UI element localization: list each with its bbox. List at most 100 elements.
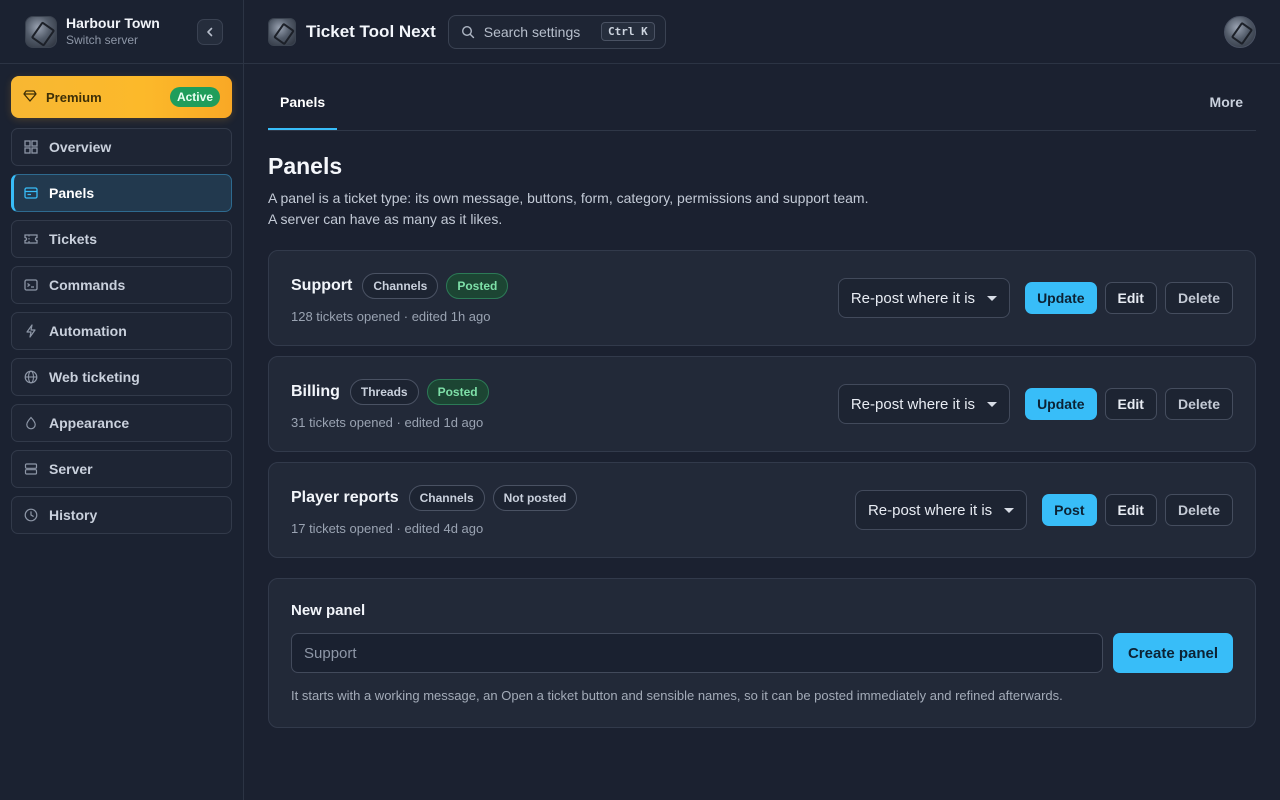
tab-panels[interactable]: Panels [268,94,338,130]
search-icon [461,25,475,39]
panel-meta: 31 tickets opened · edited 1d ago [291,414,484,430]
top-bar: Ticket Tool Next Search settings Ctrl K [244,0,1280,64]
chevron-down-icon [987,401,998,407]
sidebar-item-label: Commands [49,277,126,293]
server-icon [22,460,40,478]
diamond-icon [23,89,39,106]
create-panel-button[interactable]: Create panel [1113,633,1233,673]
panel-meta: 128 tickets opened · edited 1h ago [291,308,491,324]
panel-meta: 17 tickets opened · edited 4d ago [291,520,484,536]
chevron-down-icon [1004,507,1015,513]
new-panel-card: New panel Create panel It starts with a … [268,578,1256,728]
post-button[interactable]: Post [1042,494,1097,526]
description-line: A server can have as many as it likes. [268,211,503,227]
chevron-down-icon [987,295,998,301]
panel-status-badge: Not posted [492,484,578,511]
sidebar-item-label: History [49,507,98,523]
collapse-sidebar-button[interactable] [197,18,223,45]
edit-button[interactable]: Edit [1104,282,1157,314]
sidebar-item-label: Panels [49,185,95,201]
ticket-icon [22,230,40,248]
search-placeholder: Search settings [483,23,581,40]
server-switcher[interactable]: Harbour Town Switch server [0,0,243,64]
sidebar-item-history[interactable]: History [11,496,232,534]
sidebar-item-commands[interactable]: Commands [11,266,232,304]
panel-name-input[interactable] [291,633,1103,673]
panel-type-badge: Channels [362,272,439,299]
sidebar-item-tickets[interactable]: Tickets [11,220,232,258]
update-button[interactable]: Update [1025,388,1097,420]
sidebar-item-server[interactable]: Server [11,450,232,488]
server-info: Harbour Town Switch server [66,15,197,48]
description-line: A panel is a ticket type: its own messag… [268,190,869,206]
sidebar-item-appearance[interactable]: Appearance [11,404,232,442]
post-mode-select[interactable]: Re-post where it is [854,490,1028,530]
sidebar-nav: Overview Panels Tickets Commands Automat… [0,128,243,534]
panel-actions: Re-post where it is Update Edit Delete [837,278,1233,318]
app-title: Ticket Tool Next [306,21,436,41]
panel-status-badge: Posted [426,378,489,405]
server-name: Harbour Town [66,15,160,31]
globe-icon [22,368,40,386]
panel-icon [22,184,40,202]
sidebar-item-label: Overview [49,139,112,155]
post-mode-select[interactable]: Re-post where it is [837,384,1011,424]
droplet-icon [22,414,40,432]
tab-bar: Panels More [268,64,1256,131]
user-avatar[interactable] [1224,16,1256,48]
sidebar-item-label: Web ticketing [49,369,140,385]
delete-button[interactable]: Delete [1164,494,1233,526]
panel-info: Support Channels Posted 128 tickets open… [291,272,838,324]
page-description: A panel is a ticket type: its own messag… [268,188,1256,230]
panel-card-billing: Billing Threads Posted 31 tickets opened… [268,356,1256,452]
panel-actions: Re-post where it is Update Edit Delete [837,384,1233,424]
sidebar-item-label: Server [49,461,93,477]
update-button[interactable]: Update [1025,282,1097,314]
premium-banner[interactable]: Premium Active [11,76,232,118]
new-panel-hint: It starts with a working message, an Ope… [291,688,1063,703]
more-menu-button[interactable]: More [1210,94,1256,130]
edit-button[interactable]: Edit [1104,494,1157,526]
sidebar-item-label: Tickets [49,231,97,247]
panel-name: Support [291,276,353,294]
premium-status-badge: Active [169,87,220,107]
panel-card-support: Support Channels Posted 128 tickets open… [268,250,1256,346]
page-title: Panels [268,153,343,179]
sidebar-item-label: Appearance [49,415,130,431]
panel-card-player-reports: Player reports Channels Not posted 17 ti… [268,462,1256,558]
app-logo [268,17,296,46]
post-mode-value: Re-post where it is [850,289,976,307]
panel-list: Support Channels Posted 128 tickets open… [268,250,1256,558]
panel-actions: Re-post where it is Post Edit Delete [854,490,1233,530]
clock-icon [22,506,40,524]
chevron-left-icon [207,27,213,36]
grid-icon [22,138,40,156]
delete-button[interactable]: Delete [1164,282,1233,314]
panel-type-badge: Threads [349,378,419,405]
panel-name: Player reports [291,488,399,506]
panel-status-badge: Posted [446,272,509,299]
delete-button[interactable]: Delete [1164,388,1233,420]
post-mode-value: Re-post where it is [867,501,993,519]
sidebar-item-overview[interactable]: Overview [11,128,232,166]
search-shortcut-hint: Ctrl K [600,22,655,41]
search-input[interactable]: Search settings Ctrl K [447,14,666,49]
panel-info: Player reports Channels Not posted 17 ti… [291,484,855,536]
server-avatar [25,15,57,48]
sidebar-item-panels[interactable]: Panels [11,174,232,212]
premium-label: Premium [46,89,102,105]
sidebar-item-web-ticketing[interactable]: Web ticketing [11,358,232,396]
new-panel-row: Create panel [291,633,1233,673]
terminal-icon [22,276,40,294]
edit-button[interactable]: Edit [1104,388,1157,420]
panel-name: Billing [291,382,340,400]
server-subtitle: Switch server [66,33,139,47]
lightning-icon [22,322,40,340]
main-content: Panels More Panels A panel is a ticket t… [268,64,1256,728]
panel-type-badge: Channels [408,484,485,511]
sidebar: Harbour Town Switch server Premium Activ… [0,0,244,800]
sidebar-item-automation[interactable]: Automation [11,312,232,350]
sidebar-item-label: Automation [49,323,127,339]
post-mode-select[interactable]: Re-post where it is [837,278,1011,318]
panel-info: Billing Threads Posted 31 tickets opened… [291,378,838,430]
